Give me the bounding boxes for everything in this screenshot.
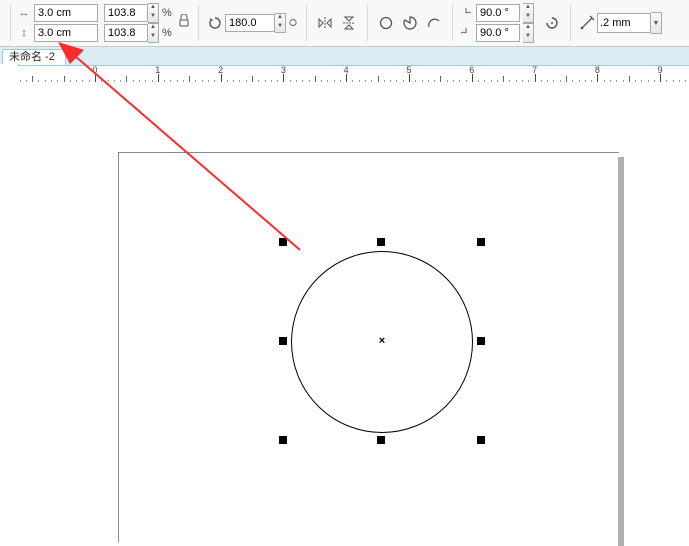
object-height-input[interactable] <box>34 24 98 42</box>
rotate-ccw-icon[interactable] <box>205 11 225 35</box>
height-icon: ↕ <box>17 26 31 40</box>
ruler-vertical[interactable] <box>0 82 19 541</box>
ruler-tick-label: 1 <box>155 65 160 75</box>
selection-handle-ne[interactable] <box>477 238 485 246</box>
separator <box>306 5 307 41</box>
ruler-tick-label: 6 <box>469 65 474 75</box>
arc-angle-block: ▲▼ ▲▼ <box>459 4 534 42</box>
ruler-tick-label: 9 <box>658 65 663 75</box>
percent-label: % <box>162 27 172 39</box>
rotate-angle-wrap: ▲▼ <box>225 13 286 33</box>
ruler-tick-label: 3 <box>281 65 286 75</box>
scale-y-stepper[interactable]: ▲▼ <box>148 23 159 43</box>
percent-label: % <box>162 7 172 19</box>
separator <box>570 5 571 41</box>
document-tab-label: 未命名 -2 <box>9 50 55 65</box>
ruler-tick-label: 0 <box>92 65 97 75</box>
outline-width-dropdown[interactable]: ▼ <box>651 12 662 34</box>
canvas-area[interactable]: × <box>18 82 689 541</box>
rotate-angle-stepper[interactable]: ▲▼ <box>275 13 286 33</box>
mirror-horizontal-button[interactable] <box>313 11 337 35</box>
scale-y-input[interactable] <box>104 24 148 42</box>
ruler-origin-corner[interactable] <box>0 64 19 83</box>
ellipse-shape-button[interactable] <box>374 11 398 35</box>
selection-handle-e[interactable] <box>477 337 485 345</box>
selection-handle-sw[interactable] <box>279 436 287 444</box>
lock-ratio-button[interactable] <box>176 11 192 35</box>
start-angle-stepper[interactable]: ▲▼ <box>523 3 534 23</box>
scale-block: ▲▼ % ▲▼ % <box>104 4 172 42</box>
scale-x-input[interactable] <box>104 4 148 22</box>
arc-shape-button[interactable] <box>422 11 446 35</box>
property-toolbar: ↔ ↕ ▲▼ % ▲▼ % <box>0 0 689 47</box>
selection-handle-s[interactable] <box>377 436 385 444</box>
page-shadow <box>618 157 624 546</box>
selection-handle-w[interactable] <box>279 337 287 345</box>
separator <box>367 5 368 41</box>
pie-shape-button[interactable] <box>398 11 422 35</box>
degree-icon: ⭘ <box>286 18 300 29</box>
ruler-tick-label: 4 <box>344 65 349 75</box>
ruler-tick-label: 2 <box>218 65 223 75</box>
separator <box>452 5 453 41</box>
selection-handle-n[interactable] <box>377 238 385 246</box>
start-angle-icon <box>459 6 473 20</box>
outline-pen-icon[interactable] <box>577 11 597 35</box>
object-size-block: ↔ ↕ <box>17 4 98 42</box>
selection-handle-nw[interactable] <box>279 238 287 246</box>
swap-arc-direction-button[interactable] <box>540 11 564 35</box>
mirror-vertical-button[interactable] <box>337 11 361 35</box>
scale-x-row: ▲▼ % <box>104 4 172 22</box>
ruler-tick-label: 8 <box>595 65 600 75</box>
ruler-tick-label: 5 <box>406 65 411 75</box>
end-angle-input[interactable] <box>476 24 520 42</box>
ruler-tick-label: 7 <box>532 65 537 75</box>
scale-x-stepper[interactable]: ▲▼ <box>148 3 159 23</box>
selection-center-marker: × <box>379 335 385 347</box>
separator <box>10 5 11 41</box>
rotate-angle-input[interactable] <box>225 14 275 32</box>
scale-y-row: ▲▼ % <box>104 24 172 42</box>
outline-width-wrap: ▼ <box>597 12 662 34</box>
end-angle-stepper[interactable]: ▲▼ <box>523 23 534 43</box>
start-angle-input[interactable] <box>476 4 520 22</box>
outline-width-input[interactable] <box>597 13 651 33</box>
width-icon: ↔ <box>17 6 31 20</box>
document-tab[interactable]: 未命名 -2 <box>2 49 66 65</box>
selection-handle-se[interactable] <box>477 436 485 444</box>
object-height-row: ↕ <box>17 24 98 42</box>
separator <box>198 5 199 41</box>
object-width-input[interactable] <box>34 4 98 22</box>
object-width-row: ↔ <box>17 4 98 22</box>
document-tab-bar: 未命名 -2 <box>0 47 689 66</box>
end-angle-icon <box>459 26 473 40</box>
